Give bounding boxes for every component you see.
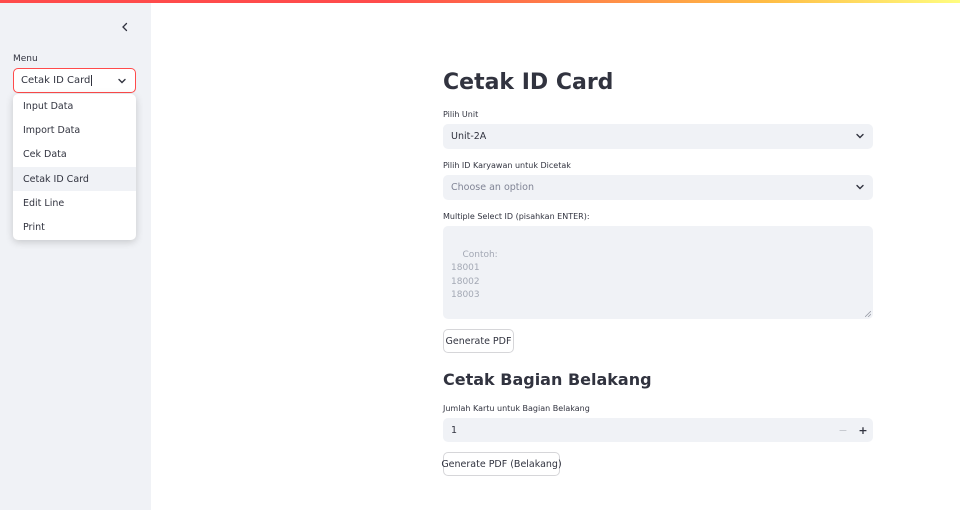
count-label: Jumlah Kartu untuk Bagian Belakang [443, 404, 590, 413]
menu-dropdown: Input Data Import Data Cek Data Cetak ID… [13, 94, 136, 240]
increment-button[interactable]: + [853, 418, 873, 442]
employee-label: Pilih ID Karyawan untuk Dicetak [443, 161, 571, 170]
menu-option-input-data[interactable]: Input Data [13, 94, 136, 118]
employee-select[interactable]: Choose an option [443, 175, 873, 200]
employee-select-placeholder: Choose an option [451, 182, 534, 193]
text-cursor [91, 75, 93, 86]
chevron-left-icon [122, 22, 128, 32]
chevron-down-icon [856, 133, 864, 139]
count-number-input[interactable]: 1 − + [443, 418, 873, 442]
menu-option-edit-line[interactable]: Edit Line [13, 191, 136, 215]
chevron-down-icon [856, 184, 864, 190]
menu-label: Menu [13, 54, 38, 64]
chevron-down-icon [118, 78, 126, 84]
section-title-back: Cetak Bagian Belakang [443, 370, 652, 389]
collapse-sidebar-button[interactable] [116, 18, 134, 36]
sidebar: Menu Cetak ID Card Input Data Import Dat… [0, 0, 151, 510]
multi-select-label: Multiple Select ID (pisahkan ENTER): [443, 212, 590, 221]
generate-pdf-button[interactable]: Generate PDF [443, 329, 514, 353]
menu-option-cetak-id-card[interactable]: Cetak ID Card [13, 166, 136, 192]
unit-select-value: Unit-2A [451, 131, 487, 142]
generate-pdf-back-button[interactable]: Generate PDF (Belakang) [441, 452, 562, 476]
menu-select[interactable]: Cetak ID Card [13, 68, 136, 93]
menu-option-import-data[interactable]: Import Data [13, 118, 136, 142]
textarea-placeholder: Contoh: 18001 18002 18003 [451, 249, 498, 301]
page-title: Cetak ID Card [443, 70, 614, 95]
decrement-button[interactable]: − [833, 418, 853, 442]
menu-option-print[interactable]: Print [13, 215, 136, 239]
multi-select-textarea[interactable]: Contoh: 18001 18002 18003 [443, 226, 873, 319]
resize-grip-icon[interactable] [865, 311, 871, 317]
menu-select-value: Cetak ID Card [21, 75, 91, 86]
unit-select[interactable]: Unit-2A [443, 124, 873, 149]
unit-label: Pilih Unit [443, 110, 479, 119]
menu-option-cek-data[interactable]: Cek Data [13, 143, 136, 167]
top-decoration-bar [0, 0, 960, 3]
count-value: 1 [451, 424, 458, 436]
